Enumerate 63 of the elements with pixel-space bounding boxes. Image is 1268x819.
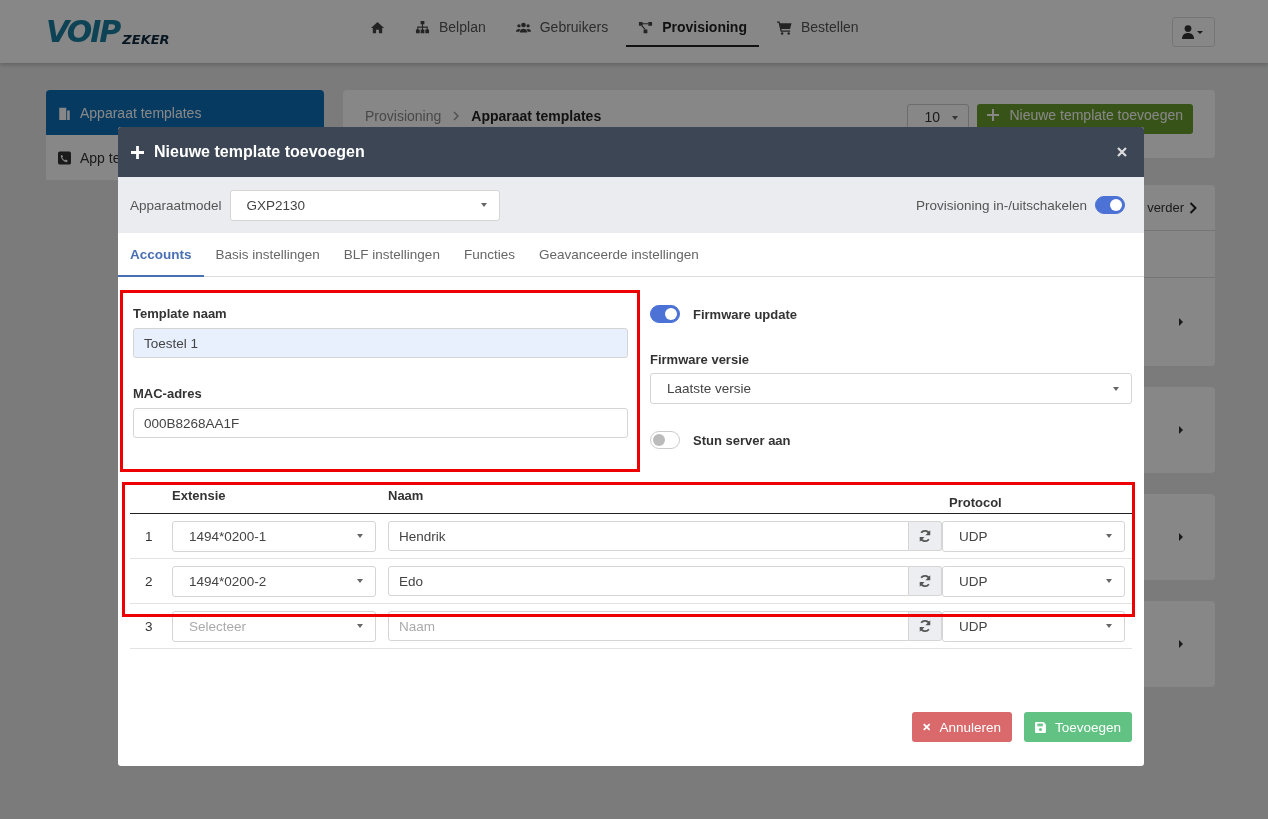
nav-link[interactable]: Belplan [403,9,498,47]
cancel-button[interactable]: Annuleren [912,712,1012,742]
toggle-switch[interactable] [650,431,680,449]
plus-icon [987,109,1000,121]
protocol-select[interactable]: UDP [942,520,1125,552]
model-select[interactable]: GXP2130 [229,189,500,221]
input-field[interactable]: 000B8268AA1F [133,408,628,438]
more-link[interactable]: verder [1147,200,1184,215]
cart-icon [776,19,792,35]
logo: VOIPZEKER [46,14,171,49]
row-number: 1 [144,528,154,544]
row-number: 3 [144,618,154,634]
input-field[interactable]: Hendrik [388,521,909,551]
toggle-label: Firmware update [693,306,798,322]
close-icon[interactable] [1117,147,1127,157]
nav-link[interactable]: Bestellen [764,9,871,47]
extension-select[interactable]: 1494*0200-2 [172,565,376,597]
chevron-right-icon [453,111,460,121]
toggle-label: Provisioning in-/uitschakelen [915,197,1087,213]
input-field[interactable]: Edo [388,566,909,596]
tab[interactable]: BLF instellingen [331,233,452,277]
field-label: MAC-adres [133,386,203,401]
chevron-right-icon [1177,424,1185,436]
extension-select[interactable]: 1494*0200-1 [172,520,376,552]
plus-icon [131,145,144,159]
field-label: Template naam [133,306,228,321]
nav-link[interactable]: Provisioning [626,9,759,47]
tab[interactable]: Accounts [118,233,204,277]
refresh-icon [918,619,932,633]
building-icon [58,105,71,120]
input-field[interactable]: Toestel 1 [133,328,628,358]
home-icon [370,19,385,35]
toggle-label: Stun server aan [693,432,791,448]
modal-title: Nieuwe template toevoegen [154,143,365,161]
tab[interactable]: Basis instellingen [203,233,332,277]
tab[interactable]: Geavanceerde instellingen [526,233,711,277]
refresh-button[interactable] [909,521,942,551]
chevron-right-icon [1177,531,1185,543]
refresh-button[interactable] [909,566,942,596]
network-icon [638,19,654,35]
phone-icon [58,150,71,165]
chevron-right-icon [1189,201,1197,214]
column-header: Protocol [948,495,1003,512]
sitemap-icon [415,19,430,35]
user-menu-button[interactable] [1172,16,1215,47]
row-number: 2 [144,573,154,589]
tab[interactable]: Functies [451,233,527,277]
column-header: Naam [388,488,425,505]
column-header: Extensie [172,488,227,505]
field-label: Apparaatmodel [130,197,222,213]
protocol-select[interactable]: UDP [942,565,1125,597]
refresh-icon [918,529,932,543]
breadcrumb-current: Apparaat templates [471,108,602,124]
chevron-right-icon [1177,316,1185,328]
chevron-right-icon [1177,638,1185,650]
toggle-switch[interactable] [1095,196,1125,214]
nav-link[interactable]: Gebruikers [503,9,621,47]
firmware-select[interactable]: Laatste versie [650,373,1132,404]
refresh-button[interactable] [909,611,942,641]
toggle-switch[interactable] [650,305,680,323]
refresh-icon [918,574,932,588]
field-label: Firmware versie [650,352,750,367]
close-icon [923,722,931,732]
